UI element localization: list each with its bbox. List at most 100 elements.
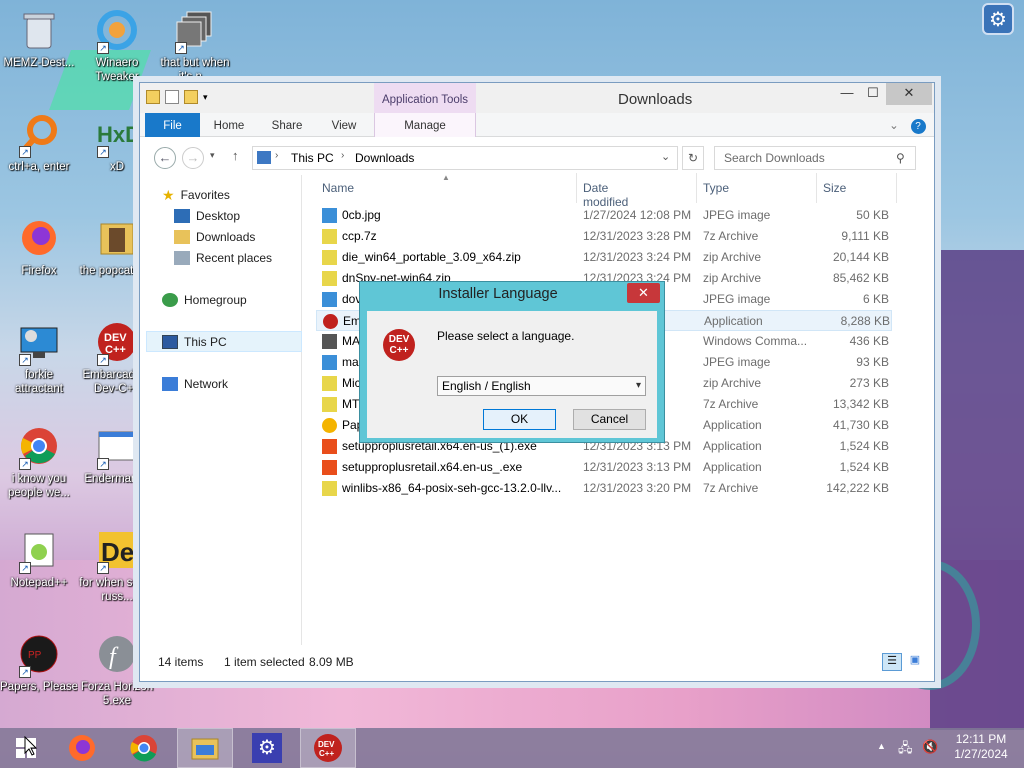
- nav-downloads[interactable]: Downloads: [174, 227, 255, 247]
- taskbar-settings[interactable]: ⚙: [239, 728, 295, 768]
- dialog-close-button[interactable]: ✕: [627, 283, 660, 303]
- language-select[interactable]: English / English ▾: [437, 376, 646, 396]
- desktop-icon-papers-please[interactable]: PP ↗ Papers, Please: [0, 632, 78, 694]
- app-yellow-file-icon: [322, 418, 337, 433]
- nav-homegroup[interactable]: Homegroup: [162, 290, 247, 310]
- nav-network[interactable]: Network: [162, 374, 228, 394]
- svg-text:PP: PP: [28, 650, 42, 661]
- column-header-size[interactable]: Size: [823, 181, 846, 195]
- file-type: zip Archive: [703, 250, 762, 264]
- column-divider: [896, 173, 897, 203]
- nav-this-pc[interactable]: This PC: [162, 332, 227, 352]
- tray-expand-icon[interactable]: ▲: [877, 741, 886, 751]
- taskbar-devcpp-installer[interactable]: DEV C++: [300, 728, 356, 768]
- nav-favorites[interactable]: ★ Favorites: [162, 185, 230, 205]
- column-divider: [696, 173, 697, 203]
- tab-home[interactable]: Home: [208, 113, 250, 137]
- chevron-down-icon: ▾: [635, 380, 641, 391]
- back-button[interactable]: ←: [154, 147, 176, 169]
- flash-icon: f: [95, 632, 139, 676]
- tab-manage[interactable]: Manage: [374, 113, 476, 137]
- svg-text:DEV: DEV: [318, 740, 335, 749]
- taskbar-chrome[interactable]: [116, 728, 172, 768]
- close-button[interactable]: ✕: [886, 83, 932, 105]
- chevron-right-icon[interactable]: ›: [275, 150, 278, 161]
- file-size: 9,111 KB: [841, 229, 889, 243]
- refresh-button[interactable]: ↻: [682, 146, 704, 170]
- table-row[interactable]: 0cb.jpg 1/27/2024 12:08 PM JPEG image 50 KB: [316, 205, 892, 226]
- file-type: Windows Comma...: [703, 334, 808, 348]
- taskbar-file-explorer[interactable]: [177, 728, 233, 768]
- dialog-title: Installer Language: [438, 286, 558, 302]
- selection-count: 1 item selected: [224, 655, 305, 669]
- table-row[interactable]: winlibs-x86_64-posix-seh-gcc-13.2.0-llv.…: [316, 478, 892, 499]
- tab-file[interactable]: File: [145, 113, 200, 137]
- recent-locations-icon[interactable]: ▾: [210, 150, 215, 161]
- settings-gear-icon[interactable]: ⚙: [982, 3, 1014, 35]
- desktop-icon-notepadpp[interactable]: ↗ Notepad++: [0, 528, 78, 590]
- tab-view[interactable]: View: [324, 113, 364, 137]
- table-row[interactable]: setupproplusretail.x64.en-us_.exe 12/31/2…: [316, 457, 892, 478]
- chevron-right-icon[interactable]: ›: [341, 150, 344, 161]
- table-row[interactable]: ccp.7z 12/31/2023 3:28 PM 7z Archive 9,111 …: [316, 226, 892, 247]
- desktop-icon-forkie[interactable]: ↗ forkie attractant: [0, 320, 78, 396]
- devcpp-icon: DEV C++ ↗: [95, 320, 139, 366]
- computer-settings-icon: ↗: [17, 320, 61, 366]
- ok-button[interactable]: OK: [483, 409, 556, 430]
- breadcrumb-downloads[interactable]: Downloads: [355, 151, 414, 165]
- title-bar[interactable]: ▾ Application Tools Downloads — ☐ ✕: [140, 83, 934, 113]
- tab-share[interactable]: Share: [266, 113, 308, 137]
- downloads-folder-icon: [257, 151, 271, 164]
- desktop-icon-firefox[interactable]: Firefox: [0, 216, 78, 278]
- up-button[interactable]: ↑: [232, 148, 239, 163]
- desktop-icon-chrome[interactable]: ↗ i know you people we...: [0, 424, 78, 500]
- network-tray-icon[interactable]: 🖧: [898, 739, 913, 761]
- table-row[interactable]: die_win64_portable_3.09_x64.zip 12/31/202…: [316, 247, 892, 268]
- search-input[interactable]: Search Downloads: [714, 146, 916, 170]
- clock[interactable]: 12:11 PM 1/27/2024: [948, 732, 1014, 762]
- desktop-icon-ctrla[interactable]: ↗ ctrl+a, enter: [0, 112, 78, 174]
- ribbon-tabs: File Home Share View Manage ⌄ ?: [140, 113, 934, 137]
- nav-recent-places[interactable]: Recent places: [174, 248, 272, 268]
- gear-icon: ⚙: [252, 733, 282, 763]
- file-type: 7z Archive: [703, 397, 759, 411]
- properties-icon[interactable]: [165, 90, 179, 104]
- maximize-button[interactable]: ☐: [860, 83, 886, 105]
- file-type: JPEG image: [703, 292, 771, 306]
- taskbar-firefox[interactable]: [54, 728, 110, 768]
- ribbon-expand-icon[interactable]: ⌄: [884, 113, 904, 137]
- column-header-type[interactable]: Type: [703, 181, 729, 195]
- desktop-icon-winaero[interactable]: ↗ Winaero Tweaker: [78, 8, 156, 84]
- taskbar: ⚙ DEV C++ ▲ 🖧 🔇 12:11 PM 1/27/2024: [0, 728, 1024, 768]
- file-name: winlibs-x86_64-posix-seh-gcc-13.2.0-llv.…: [342, 481, 562, 495]
- breadcrumb-this-pc[interactable]: This PC: [291, 151, 334, 165]
- nav-desktop[interactable]: Desktop: [174, 206, 240, 226]
- file-size: 142,222 KB: [826, 481, 889, 495]
- large-icons-view-icon[interactable]: ▣: [906, 653, 924, 671]
- new-folder-icon[interactable]: [184, 90, 198, 104]
- file-type: zip Archive: [703, 271, 762, 285]
- details-view-icon[interactable]: ☰: [882, 653, 902, 671]
- column-header-name[interactable]: Name: [322, 181, 354, 195]
- volume-muted-icon[interactable]: 🔇: [922, 739, 938, 755]
- desktop-icon-stack[interactable]: ↗ that but when it's n...: [156, 8, 234, 84]
- file-name: 0cb.jpg: [342, 208, 381, 222]
- window-title: Downloads: [618, 91, 693, 108]
- forward-button[interactable]: →: [182, 147, 204, 169]
- address-dropdown-icon[interactable]: ⌄: [661, 150, 670, 163]
- column-divider: [576, 173, 577, 203]
- file-type: Application: [703, 460, 762, 474]
- address-bar[interactable]: › This PC › Downloads ⌄: [252, 146, 678, 170]
- papers-please-icon: PP ↗: [17, 632, 61, 678]
- downloads-folder-icon: [174, 230, 190, 244]
- desktop-icon-memz[interactable]: MEMZ-Dest...: [0, 8, 78, 70]
- file-type: JPEG image: [703, 208, 771, 222]
- archive-file-icon: [322, 376, 337, 391]
- file-type: Application: [703, 418, 762, 432]
- de-icon: De ↗: [95, 528, 139, 574]
- chevron-down-icon[interactable]: ▾: [203, 92, 208, 103]
- minimize-button[interactable]: —: [834, 83, 860, 105]
- file-size: 13,342 KB: [832, 397, 889, 411]
- help-icon[interactable]: ?: [908, 113, 928, 137]
- cancel-button[interactable]: Cancel: [573, 409, 646, 430]
